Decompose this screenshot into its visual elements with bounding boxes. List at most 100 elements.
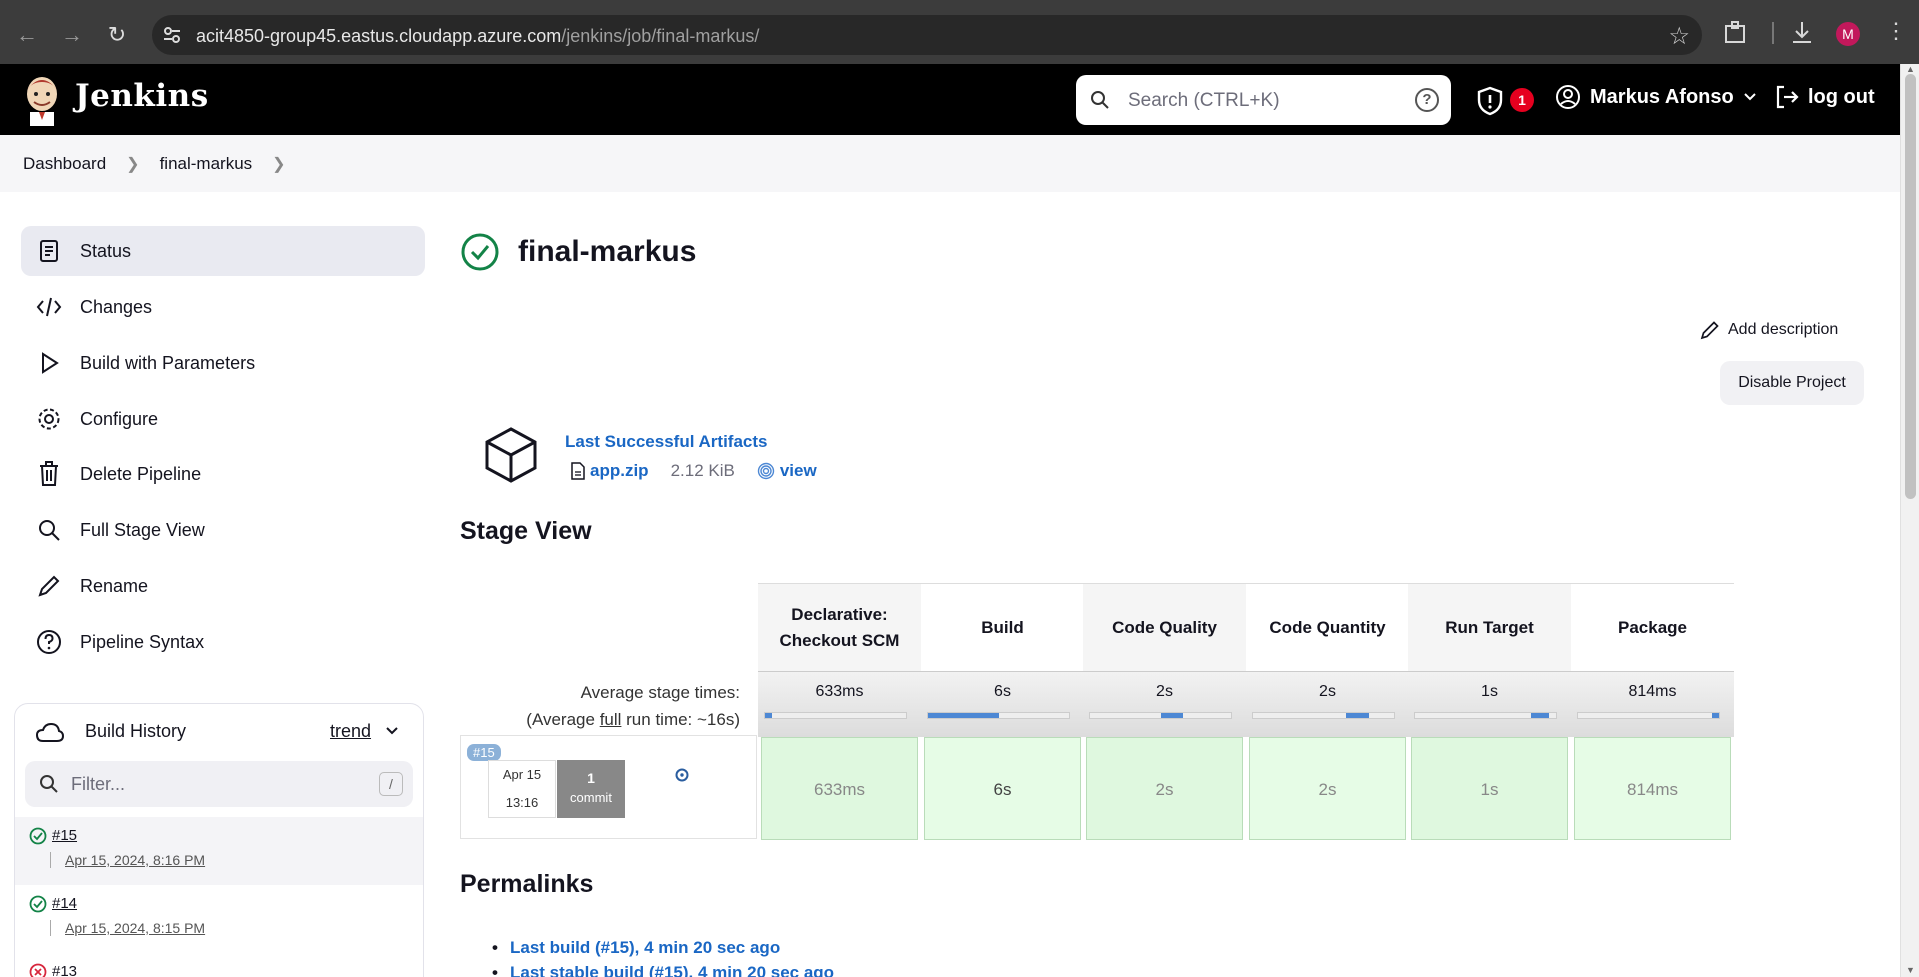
avg-full-run-time: (Average full run time: ~16s) — [460, 706, 740, 733]
build-date-link[interactable]: Apr 15, 2024, 8:15 PM — [50, 920, 205, 936]
stage-avg-track — [1414, 712, 1557, 719]
scroll-down-icon[interactable]: ▼ — [1906, 965, 1915, 975]
forward-icon[interactable]: → — [57, 20, 87, 50]
build-history-panel: Build History trend Filter... / #15 Apr … — [14, 703, 424, 977]
stage-header: Code Quantity — [1246, 583, 1409, 671]
sidebar-item-label: Status — [80, 240, 132, 261]
trend-link[interactable]: trend — [330, 721, 371, 742]
add-description-link[interactable]: Add description — [1700, 320, 1838, 340]
stage-avg-track — [1577, 712, 1720, 719]
sidebar-item-build-with-parameters[interactable]: Build with Parameters — [21, 338, 425, 388]
add-description-label[interactable]: Add description — [1728, 321, 1838, 339]
sidebar-item-changes[interactable]: Changes — [21, 282, 425, 332]
stage-avg-time: 814ms — [1571, 671, 1734, 737]
stage-avg-value: 2s — [1319, 683, 1336, 700]
url-text: acit4850-group45.eastus.cloudapp.azure.c… — [196, 26, 760, 46]
stage-header: Code Quality — [1083, 583, 1246, 671]
build-number-link[interactable]: #13 — [52, 963, 77, 977]
breadcrumb-job[interactable]: final-markus — [160, 154, 253, 174]
site-info-icon[interactable] — [162, 25, 182, 45]
search-box[interactable]: Search (CTRL+K) ? — [1076, 75, 1451, 125]
user-name[interactable]: Markus Afonso — [1590, 86, 1734, 109]
stage-avg-value: 814ms — [1628, 683, 1677, 700]
input-pause-icon[interactable] — [675, 768, 689, 782]
success-check-icon — [29, 827, 47, 845]
reload-icon[interactable]: ↻ — [102, 20, 132, 50]
kebab-menu-icon[interactable]: ⋮ — [1885, 18, 1907, 48]
sidebar-item-pipeline-syntax[interactable]: Pipeline Syntax — [21, 617, 425, 667]
jenkins-brand[interactable]: Jenkins — [75, 78, 209, 114]
stage-avg-bar — [1160, 713, 1184, 718]
sidebar-item-full-stage-view[interactable]: Full Stage View — [21, 505, 425, 555]
stage-run-cell[interactable]: 1s — [1411, 737, 1568, 840]
logout-label[interactable]: log out — [1808, 86, 1875, 109]
back-icon[interactable]: ← — [12, 20, 42, 50]
stage-header: Package — [1571, 583, 1734, 671]
stage-run-cell[interactable]: 633ms — [761, 737, 918, 840]
build-date-link[interactable]: Apr 15, 2024, 8:16 PM — [50, 852, 205, 868]
gear-icon — [36, 406, 62, 432]
commit-count: 1 — [587, 770, 595, 786]
chevron-down-icon[interactable] — [385, 726, 399, 736]
trash-icon — [36, 461, 62, 487]
stage-run-cell[interactable]: 2s — [1249, 737, 1406, 840]
artifact-view-link[interactable]: view — [780, 461, 817, 481]
build-filter-input[interactable]: Filter... / — [25, 761, 413, 807]
run-tag[interactable]: #15 — [467, 744, 501, 761]
build-row[interactable]: #13 — [15, 953, 423, 977]
search-help-icon[interactable]: ? — [1415, 88, 1439, 112]
artifact-link[interactable]: app.zip — [590, 461, 649, 481]
breadcrumb-chevron-icon[interactable]: ❯ — [272, 154, 285, 174]
user-menu[interactable]: Markus Afonso — [1555, 84, 1757, 110]
download-icon[interactable] — [1788, 18, 1816, 48]
sidebar-item-label: Pipeline Syntax — [80, 631, 205, 652]
scroll-up-icon[interactable]: ▲ — [1906, 64, 1915, 74]
chevron-down-icon[interactable] — [1743, 92, 1757, 102]
bookmark-star-icon[interactable]: ☆ — [1668, 22, 1690, 51]
build-number-link[interactable]: #15 — [52, 827, 77, 844]
sidebar-item-label: Configure — [80, 408, 159, 429]
sidebar-item-label: Build with Parameters — [80, 352, 256, 373]
build-row[interactable]: #14 Apr 15, 2024, 8:15 PM — [15, 885, 423, 953]
breadcrumb-chevron-icon[interactable]: ❯ — [126, 154, 139, 174]
stage-avg-track — [1252, 712, 1395, 719]
stage-view-title: Stage View — [460, 517, 592, 545]
address-bar[interactable]: acit4850-group45.eastus.cloudapp.azure.c… — [152, 15, 1702, 55]
avg-full-link[interactable]: full — [600, 710, 622, 729]
cloud-icon — [35, 722, 65, 742]
last-successful-artifacts-link[interactable]: Last Successful Artifacts — [565, 432, 768, 452]
extensions-icon[interactable] — [1722, 18, 1750, 48]
logout-link[interactable]: log out — [1774, 84, 1875, 110]
profile-avatar[interactable]: M — [1836, 22, 1860, 46]
search-input[interactable]: Search (CTRL+K) — [1128, 90, 1280, 112]
build-number-link[interactable]: #14 — [52, 895, 77, 912]
toolbar-divider — [1772, 22, 1774, 44]
sidebar-item-status[interactable]: Status — [21, 226, 425, 276]
stage-avg-bar — [1530, 713, 1549, 718]
stage-avg-value: 633ms — [815, 683, 864, 700]
artifact-row: app.zip 2.12 KiB view — [570, 461, 817, 481]
stage-run-cell[interactable]: 2s — [1086, 737, 1243, 840]
permalink-item[interactable]: Last build (#15), 4 min 20 sec ago — [492, 938, 780, 958]
stage-run-cell[interactable]: 814ms — [1574, 737, 1731, 840]
security-shield-icon[interactable] — [1476, 86, 1504, 116]
sidebar-item-rename[interactable]: Rename — [21, 561, 425, 611]
run-commit-badge[interactable]: 1 commit — [557, 760, 625, 818]
stage-run-cell[interactable]: 6s — [924, 737, 1081, 840]
page-scrollbar[interactable]: ▲ ▼ — [1900, 64, 1919, 977]
commit-label: commit — [570, 790, 612, 805]
sidebar-item-delete-pipeline[interactable]: Delete Pipeline — [21, 449, 425, 499]
stage-avg-value: 6s — [994, 683, 1011, 700]
build-row[interactable]: #15 Apr 15, 2024, 8:16 PM — [15, 817, 423, 885]
jenkins-logo-icon[interactable] — [22, 74, 62, 126]
permalink-item[interactable]: Last stable build (#15), 4 min 20 sec ag… — [492, 963, 834, 977]
stage-avg-track — [927, 712, 1070, 719]
security-count-badge[interactable]: 1 — [1510, 88, 1534, 112]
fingerprint-icon — [757, 462, 775, 480]
breadcrumb-dashboard[interactable]: Dashboard — [23, 154, 106, 174]
sidebar-item-configure[interactable]: Configure — [21, 394, 425, 444]
stage-avg-time: 1s — [1408, 671, 1571, 737]
scroll-thumb[interactable] — [1905, 74, 1916, 499]
disable-project-button[interactable]: Disable Project — [1720, 361, 1864, 405]
average-stage-times-label: Average stage times: (Average full run t… — [460, 679, 740, 733]
